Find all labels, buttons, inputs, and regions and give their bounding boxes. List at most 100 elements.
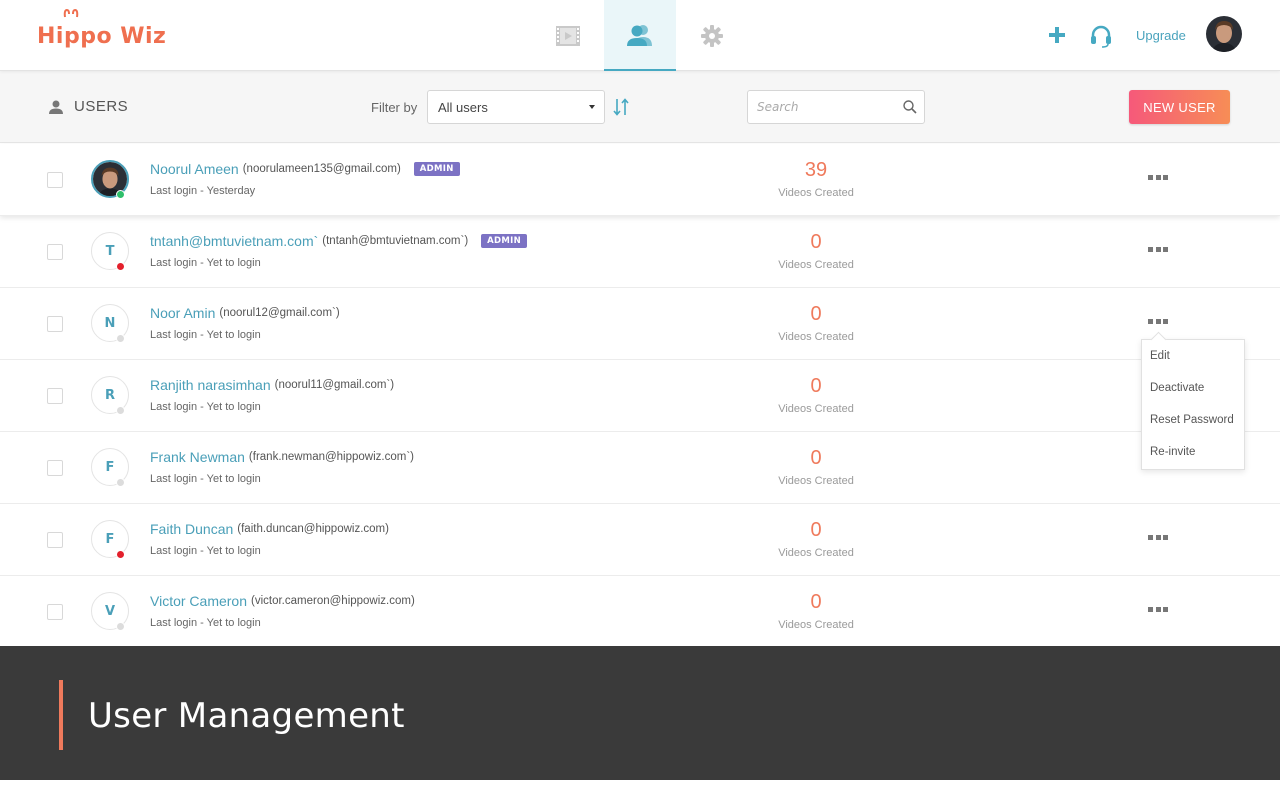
user-actions-menu: Edit Deactivate Reset Password Re-invite — [1141, 339, 1245, 470]
filter-label: Filter by — [371, 100, 418, 115]
tab-videos[interactable] — [532, 0, 604, 71]
logo-text: Hippo Wiz — [37, 23, 167, 49]
videos-label: Videos Created — [778, 259, 854, 271]
admin-badge: ADMIN — [413, 162, 460, 176]
user-name-link[interactable]: Noor Amin — [150, 305, 215, 321]
status-offline-dot — [116, 262, 125, 271]
user-name-link[interactable]: Noorul Ameen — [150, 161, 239, 177]
status-online-dot — [116, 190, 125, 199]
film-icon — [556, 25, 580, 46]
status-inactive-dot — [116, 478, 125, 487]
row-checkbox[interactable] — [47, 604, 63, 620]
page-title: USERS — [48, 98, 128, 115]
status-inactive-dot — [116, 406, 125, 415]
user-email: (tntanh@bmtuvietnam.com`) — [322, 235, 469, 247]
user-name-link[interactable]: Faith Duncan — [150, 521, 233, 537]
status-inactive-dot — [116, 334, 125, 343]
caret-down-icon — [589, 105, 595, 109]
user-row: R Ranjith narasimhan (noorul11@gmail.com… — [0, 360, 1280, 432]
row-checkbox[interactable] — [47, 460, 63, 476]
user-identity: Noor Amin (noorul12@gmail.com`) — [150, 305, 340, 321]
menu-item-reset-password[interactable]: Reset Password — [1150, 414, 1234, 426]
menu-item-deactivate[interactable]: Deactivate — [1150, 382, 1204, 394]
user-email: (frank.newman@hippowiz.com`) — [248, 451, 414, 463]
gear-icon — [701, 24, 723, 47]
videos-count: 0 — [810, 519, 822, 541]
search-input[interactable] — [748, 91, 893, 123]
user-list: Noorul Ameen (noorulameen135@gmail.com) … — [0, 144, 1280, 648]
videos-label: Videos Created — [778, 403, 854, 415]
users-toolbar: USERS Filter by All users NEW USER — [0, 71, 1280, 143]
last-login: Last login - Yet to login — [150, 545, 261, 557]
search-icon[interactable] — [903, 100, 917, 114]
videos-count: 0 — [810, 231, 822, 253]
menu-item-reinvite[interactable]: Re-invite — [1150, 446, 1195, 458]
row-checkbox[interactable] — [47, 244, 63, 260]
more-options-icon[interactable] — [1148, 247, 1168, 255]
user-identity: tntanh@bmtuvietnam.com` (tntanh@bmtuviet… — [150, 233, 528, 249]
user-identity: Ranjith narasimhan (noorul11@gmail.com`) — [150, 377, 394, 393]
last-login: Last login - Yet to login — [150, 401, 261, 413]
current-user-avatar[interactable] — [1206, 16, 1242, 52]
videos-label: Videos Created — [778, 331, 854, 343]
user-email: (faith.duncan@hippowiz.com) — [237, 523, 389, 535]
videos-count: 0 — [810, 591, 822, 613]
user-row: F Frank Newman (frank.newman@hippowiz.co… — [0, 432, 1280, 504]
user-identity: Noorul Ameen (noorulameen135@gmail.com) … — [150, 161, 460, 177]
more-options-icon[interactable] — [1148, 607, 1168, 615]
videos-label: Videos Created — [778, 547, 854, 559]
videos-count: 39 — [804, 159, 828, 181]
sort-icon[interactable] — [612, 97, 630, 117]
user-icon — [49, 100, 63, 114]
menu-item-edit[interactable]: Edit — [1150, 350, 1170, 362]
row-checkbox[interactable] — [47, 532, 63, 548]
page-title-text: USERS — [74, 98, 129, 115]
new-user-button[interactable]: NEW USER — [1129, 90, 1230, 124]
user-name-link[interactable]: tntanh@bmtuvietnam.com` — [150, 233, 318, 249]
caption-band: User Management — [0, 646, 1280, 780]
last-login: Last login - Yet to login — [150, 473, 261, 485]
videos-label: Videos Created — [778, 187, 854, 199]
videos-count: 0 — [810, 303, 822, 325]
user-identity: Victor Cameron (victor.cameron@hippowiz.… — [150, 593, 415, 609]
top-navigation-bar: Hippo Wiz Upgrade — [0, 0, 1280, 71]
tab-users[interactable] — [604, 0, 676, 71]
headset-support-icon[interactable] — [1089, 24, 1113, 48]
row-checkbox[interactable] — [47, 172, 63, 188]
row-checkbox[interactable] — [47, 388, 63, 404]
filter-select-value: All users — [438, 100, 488, 115]
row-checkbox[interactable] — [47, 316, 63, 332]
user-email: (noorulameen135@gmail.com) — [242, 163, 401, 175]
user-row: F Faith Duncan (faith.duncan@hippowiz.co… — [0, 504, 1280, 576]
user-row: T tntanh@bmtuvietnam.com` (tntanh@bmtuvi… — [0, 216, 1280, 288]
user-email: (noorul12@gmail.com`) — [219, 307, 340, 319]
caption-accent-bar — [59, 680, 63, 750]
user-identity: Faith Duncan (faith.duncan@hippowiz.com) — [150, 521, 389, 537]
user-name-link[interactable]: Ranjith narasimhan — [150, 377, 271, 393]
user-email: (noorul11@gmail.com`) — [274, 379, 395, 391]
more-options-icon[interactable] — [1148, 535, 1168, 543]
search-box[interactable] — [747, 90, 925, 124]
caption-title: User Management — [88, 696, 405, 736]
user-identity: Frank Newman (frank.newman@hippowiz.com`… — [150, 449, 414, 465]
user-name-link[interactable]: Frank Newman — [150, 449, 245, 465]
main-nav-tabs — [532, 0, 748, 71]
user-row: V Victor Cameron (victor.cameron@hippowi… — [0, 576, 1280, 648]
status-offline-dot — [116, 550, 125, 559]
last-login: Last login - Yet to login — [150, 257, 261, 269]
more-options-icon[interactable] — [1148, 175, 1168, 183]
last-login: Last login - Yesterday — [150, 185, 256, 197]
app-logo[interactable]: Hippo Wiz — [37, 8, 167, 54]
hippo-logo-icon — [63, 8, 79, 18]
upgrade-link[interactable]: Upgrade — [1136, 28, 1186, 43]
videos-label: Videos Created — [778, 475, 854, 487]
admin-badge: ADMIN — [481, 234, 528, 248]
add-icon[interactable] — [1046, 24, 1068, 46]
more-options-icon[interactable] — [1148, 319, 1168, 327]
user-name-link[interactable]: Victor Cameron — [150, 593, 247, 609]
user-row: N Noor Amin (noorul12@gmail.com`) Last l… — [0, 288, 1280, 360]
videos-count: 0 — [810, 447, 822, 469]
filter-select[interactable]: All users — [427, 90, 605, 124]
status-inactive-dot — [116, 622, 125, 631]
tab-settings[interactable] — [676, 0, 748, 71]
